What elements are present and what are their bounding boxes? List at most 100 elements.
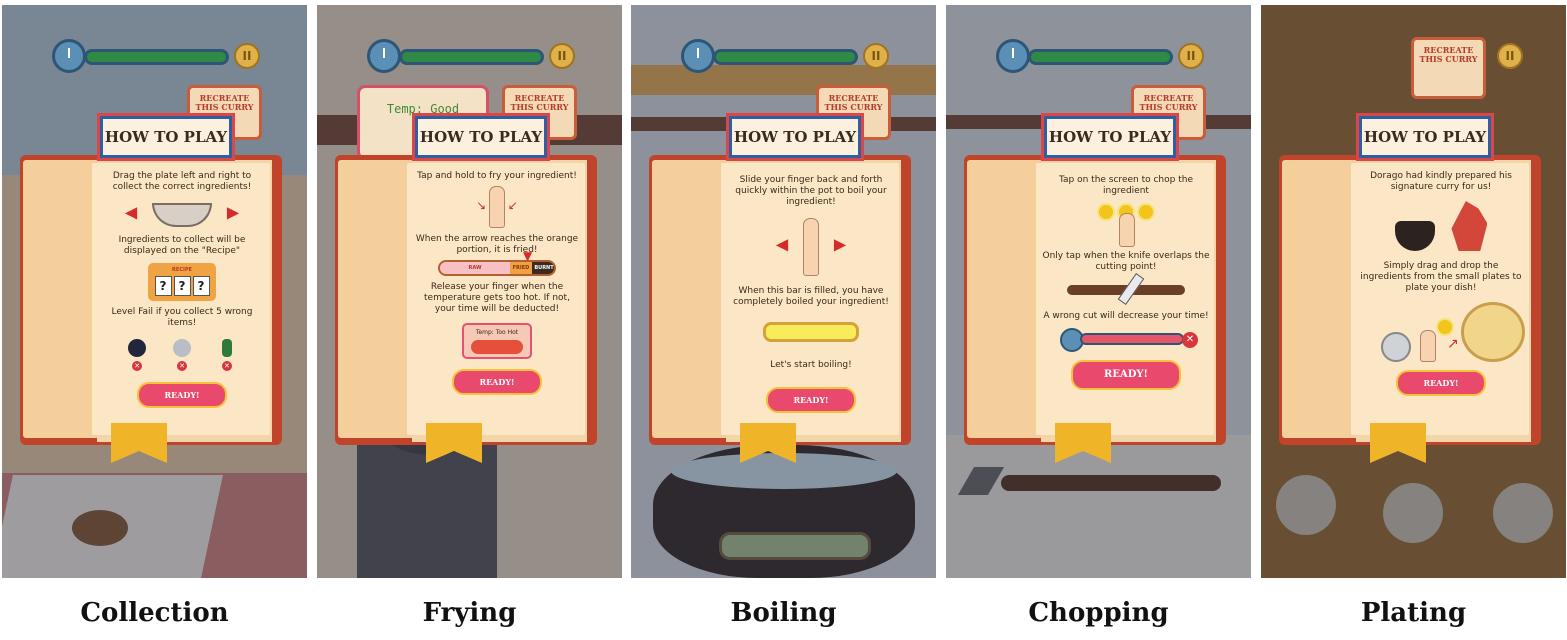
- pot-icon: [1394, 221, 1435, 251]
- sunflower-icon: [1137, 203, 1155, 221]
- panel-caption: Plating: [1360, 598, 1467, 628]
- instructions: Tap and hold to fry your ingredient! ↘ ↙…: [413, 171, 581, 395]
- recipe-slot: ?: [192, 276, 210, 296]
- instructions: Slide your finger back and forth quickly…: [727, 171, 895, 413]
- how-to-play-banner: HOW TO PLAY: [726, 113, 864, 161]
- clock-icon: [367, 39, 401, 73]
- small-plate-icon: [1381, 332, 1411, 362]
- temp-too-hot-card: Temp: Too Hot: [462, 323, 532, 359]
- wrong-item: ✕: [161, 339, 203, 371]
- title: HOW TO PLAY: [1363, 128, 1487, 146]
- instruction-2: When the arrow reaches the orange portio…: [415, 234, 579, 255]
- panel-caption: Frying: [422, 598, 517, 628]
- recipe-card: RECIPE ???: [148, 263, 216, 301]
- pause-button[interactable]: II: [863, 43, 889, 69]
- finger-icon: [1420, 330, 1436, 362]
- clock-icon: [681, 39, 715, 73]
- instructions: Dorago had kindly prepared his signature…: [1357, 171, 1525, 396]
- sunflower-icon: [1436, 318, 1454, 336]
- instruction-3: Let's start boiling!: [770, 360, 852, 370]
- bomb-icon: [128, 339, 147, 357]
- arrow-left-icon: ◀: [775, 234, 789, 254]
- arrow-right-icon: ▶: [226, 202, 240, 222]
- wrong-item: ✕: [116, 339, 158, 371]
- instruction-2: When this bar is filled, you have comple…: [733, 286, 889, 307]
- heat-gauge: [471, 340, 523, 354]
- instruction-1: Drag the plate left and right to collect…: [112, 171, 252, 192]
- panel-caption: Collection: [80, 598, 229, 628]
- x-icon: ✕: [1182, 332, 1198, 348]
- panel-caption: Chopping: [1028, 598, 1169, 628]
- wrong-item: ✕: [206, 339, 248, 371]
- instructions: Tap on the screen to chop the ingredient…: [1042, 171, 1210, 390]
- clock-icon: [996, 39, 1030, 73]
- arrow-left-icon: ◀: [124, 202, 138, 222]
- recipe-slot: ?: [154, 276, 172, 296]
- fried-segment: FRIED: [510, 262, 532, 274]
- instruction-1: Tap on the screen to chop the ingredient: [1059, 175, 1193, 196]
- panel-caption: Boiling: [730, 598, 837, 628]
- pause-button[interactable]: II: [1178, 43, 1204, 69]
- time-bar: [399, 49, 544, 65]
- instruction-1: Slide your finger back and forth quickly…: [735, 175, 887, 207]
- pause-button[interactable]: II: [549, 43, 575, 69]
- recreate-card[interactable]: RECREATE THIS CURRY: [1411, 37, 1486, 99]
- too-hot-label: Temp: Too Hot: [475, 329, 519, 336]
- ready-button[interactable]: READY!: [1071, 360, 1181, 390]
- time-bar: [713, 49, 858, 65]
- ready-button[interactable]: READY!: [1396, 370, 1486, 396]
- how-to-play-banner: HOW TO PLAY: [97, 113, 235, 161]
- ready-button[interactable]: READY!: [137, 382, 227, 408]
- arrow-icon: ↙: [507, 198, 518, 213]
- title: HOW TO PLAY: [419, 128, 543, 146]
- instruction-1: Tap and hold to fry your ingredient!: [417, 171, 577, 181]
- finger-icon: [489, 186, 505, 228]
- arrow-icon: ↘: [476, 198, 487, 213]
- plating-panel: II RECREATE THIS CURRY HOW TO PLAY Dorag…: [1261, 5, 1566, 578]
- clock-icon: [52, 39, 86, 73]
- time-bar: [84, 49, 229, 65]
- recipe-slot: ?: [173, 276, 191, 296]
- how-to-play-banner: HOW TO PLAY: [412, 113, 550, 161]
- fry-progress-bar: RAW FRIED BURNT: [438, 260, 556, 276]
- dragon-icon: [1451, 201, 1488, 251]
- title: HOW TO PLAY: [733, 128, 857, 146]
- title: HOW TO PLAY: [1048, 128, 1172, 146]
- instruction-3: Level Fail if you collect 5 wrong items!: [111, 307, 253, 328]
- instruction-3: A wrong cut will decrease your time!: [1043, 311, 1209, 321]
- x-icon: ✕: [177, 361, 187, 371]
- finger-icon: [803, 218, 819, 276]
- instruction-2: Simply drag and drop the ingredients fro…: [1360, 261, 1522, 293]
- x-icon: ✕: [132, 361, 143, 371]
- x-icon: ✕: [221, 361, 232, 371]
- bottle-icon: [221, 339, 232, 357]
- bowl-icon: [152, 203, 212, 227]
- can-icon: [173, 339, 191, 357]
- pause-button[interactable]: II: [1497, 43, 1523, 69]
- instruction-3: Release your finger when the temperature…: [424, 282, 570, 314]
- time-bar: [1028, 49, 1173, 65]
- boil-progress-bar: [763, 322, 859, 342]
- instruction-2: Ingredients to collect will be displayed…: [118, 235, 246, 256]
- arrow-icon: ↗: [1447, 336, 1459, 352]
- curry-plate-icon: [1461, 302, 1525, 362]
- how-to-play-banner: HOW TO PLAY: [1041, 113, 1179, 161]
- burnt-segment: BURNT: [532, 262, 554, 274]
- pause-button[interactable]: II: [234, 43, 260, 69]
- chopping-panel: II RECREATE THIS CURRY HOW TO PLAY Tap o…: [946, 5, 1251, 578]
- boiling-panel: II RECREATE THIS CURRY HOW TO PLAY Slide…: [631, 5, 936, 578]
- collection-panel: II RECREATE THIS CURRY HOW TO PLAY Drag …: [2, 5, 307, 578]
- how-to-play-banner: HOW TO PLAY: [1356, 113, 1494, 161]
- title: HOW TO PLAY: [104, 128, 228, 146]
- frying-panel: II Temp: Good RECREATE THIS CURRY HOW TO…: [317, 5, 622, 578]
- ready-button[interactable]: READY!: [766, 387, 856, 413]
- arrow-right-icon: ▶: [833, 234, 847, 254]
- ready-button[interactable]: READY!: [452, 369, 542, 395]
- time-penalty-bar: [1080, 333, 1184, 345]
- recipe-label: RECIPE: [172, 267, 192, 273]
- finger-icon: [1119, 213, 1135, 247]
- instructions: Drag the plate left and right to collect…: [98, 171, 266, 408]
- instruction-1: Dorago had kindly prepared his signature…: [1370, 171, 1512, 192]
- instruction-2: Only tap when the knife overlaps the cut…: [1042, 251, 1210, 272]
- raw-segment: RAW: [440, 262, 510, 274]
